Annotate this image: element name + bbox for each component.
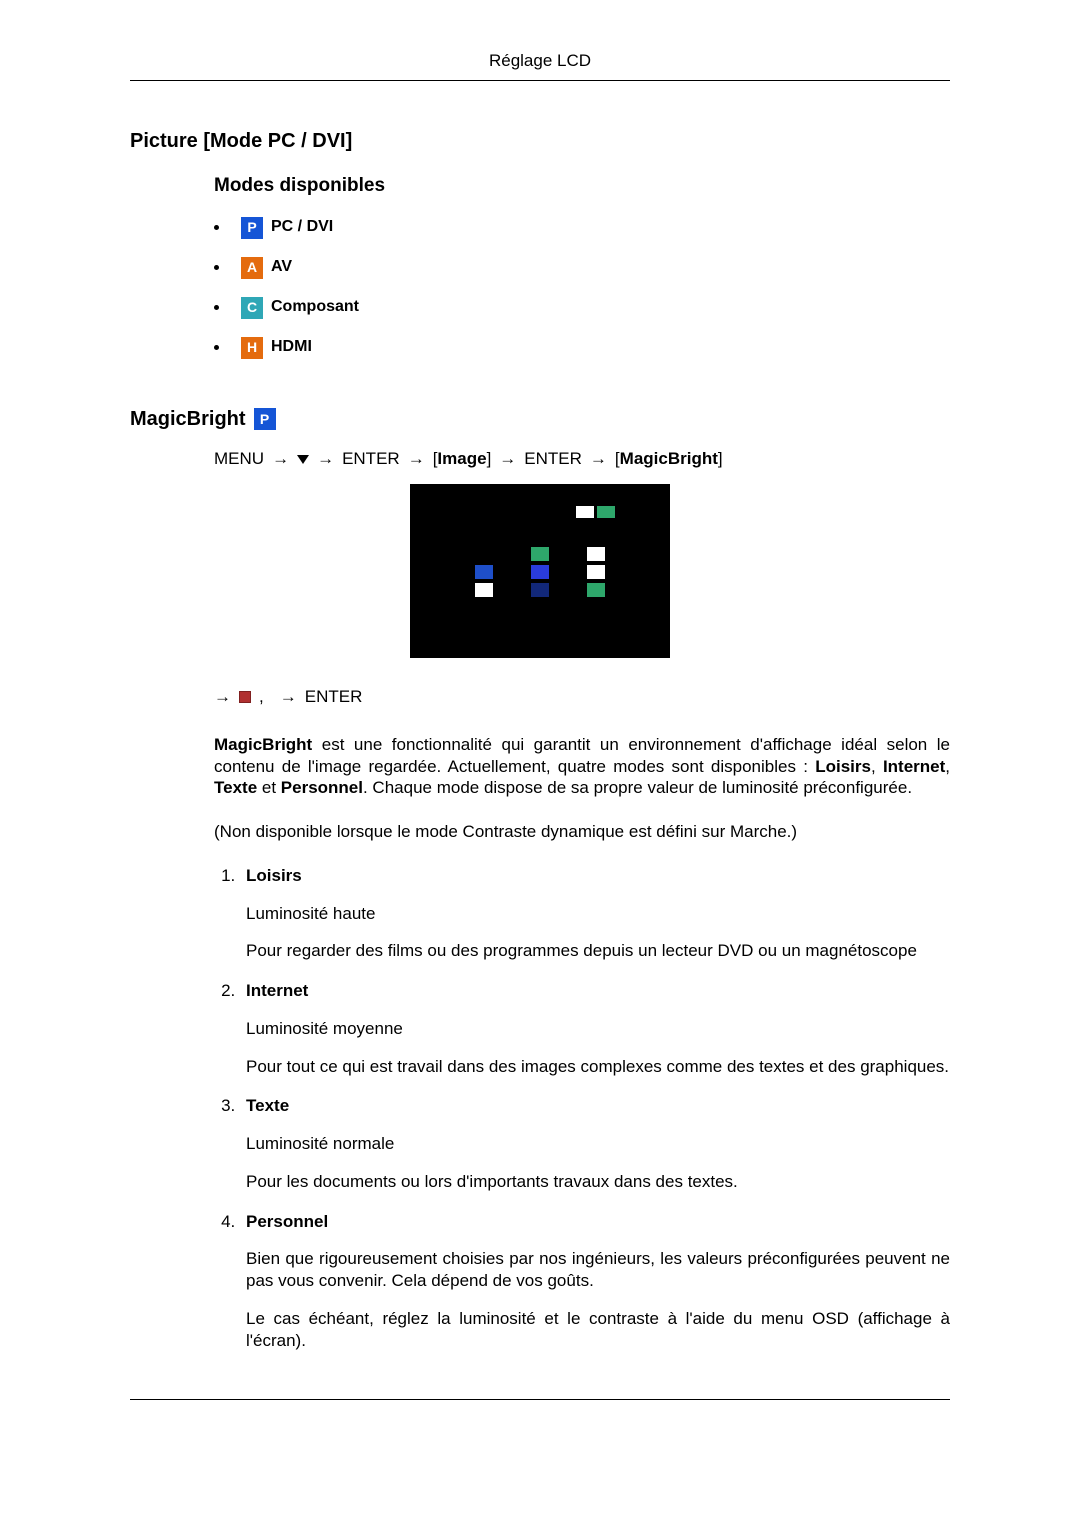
arrow-right-icon: → xyxy=(408,448,425,470)
item-title: Internet xyxy=(246,980,950,1002)
section-title: Picture [Mode PC / DVI] xyxy=(130,129,950,155)
item-title: Loisirs xyxy=(246,865,950,887)
bullet-icon xyxy=(214,225,219,230)
arrow-right-icon: → xyxy=(590,448,607,470)
list-item: Personnel Bien que rigoureusement choisi… xyxy=(240,1211,950,1352)
osd-square xyxy=(576,506,594,518)
item-line: Luminosité moyenne xyxy=(246,1018,950,1040)
magicbright-title: MagicBright xyxy=(130,407,246,433)
menu-breadcrumb-2: → , → ENTER xyxy=(214,686,950,708)
arrow-right-icon: → xyxy=(280,686,297,708)
mode-item-hdmi: HDMI xyxy=(214,337,950,359)
note-pre: (Non disponible lorsque le mode xyxy=(214,822,463,841)
mode-name: Personnel xyxy=(281,778,363,797)
mode-a-icon xyxy=(241,257,263,279)
image-label: Image xyxy=(437,449,486,468)
note-text: (Non disponible lorsque le mode Contrast… xyxy=(214,821,950,843)
page-header-title: Réglage LCD xyxy=(130,50,950,72)
header-rule xyxy=(130,80,950,81)
arrow-right-icon: → xyxy=(272,448,289,470)
list-item: Loisirs Luminosité haute Pour regarder d… xyxy=(240,865,950,962)
magicbright-bread-label: MagicBright xyxy=(620,449,718,468)
menu-label: MENU xyxy=(214,448,264,470)
osd-square xyxy=(587,565,605,579)
item-line: Luminosité haute xyxy=(246,903,950,925)
comma: , xyxy=(259,686,264,708)
osd-square xyxy=(475,583,493,597)
note-bold1: Contraste dynamique xyxy=(463,822,625,841)
bullet-icon xyxy=(214,305,219,310)
item-line: Bien que rigoureusement choisies par nos… xyxy=(246,1248,950,1292)
modes-list: PC / DVI AV Composant HDMI xyxy=(214,217,950,359)
osd-square xyxy=(475,565,493,579)
mode-item-pc-dvi: PC / DVI xyxy=(214,217,950,239)
enter-label: ENTER xyxy=(524,448,582,470)
bracket-group: [Image] xyxy=(433,448,492,470)
mode-p-icon xyxy=(254,408,276,430)
bracket-group: [MagicBright] xyxy=(615,448,723,470)
mode-label: PC / DVI xyxy=(271,217,333,237)
list-item: Texte Luminosité normale Pour les docume… xyxy=(240,1095,950,1192)
bullet-icon xyxy=(214,265,219,270)
mode-name: Texte xyxy=(214,778,257,797)
mode-name: Internet xyxy=(883,757,945,776)
mode-label: HDMI xyxy=(271,337,312,357)
arrow-right-icon: → xyxy=(499,448,516,470)
mode-label: Composant xyxy=(271,297,359,317)
note-mid2: est défini sur xyxy=(624,822,730,841)
item-line: Pour regarder des films ou des programme… xyxy=(246,940,950,962)
para1-tail: . Chaque mode dispose de sa propre valeu… xyxy=(363,778,912,797)
item-line: Pour les documents ou lors d'importants … xyxy=(246,1171,950,1193)
osd-square xyxy=(531,565,549,579)
modes-heading: Modes disponibles xyxy=(214,174,950,198)
arrow-right-icon: → xyxy=(214,686,231,708)
footer-rule xyxy=(130,1399,950,1400)
magicbright-description: MagicBright est une fonctionnalité qui g… xyxy=(214,734,950,799)
mode-label: AV xyxy=(271,257,292,277)
bullet-icon xyxy=(214,345,219,350)
enter-label: ENTER xyxy=(342,448,400,470)
osd-square xyxy=(587,583,605,597)
osd-square xyxy=(587,547,605,561)
mode-name: Loisirs xyxy=(815,757,871,776)
item-line: Luminosité normale xyxy=(246,1133,950,1155)
note-tail: .) xyxy=(787,822,797,841)
item-title: Personnel xyxy=(246,1211,950,1233)
osd-square xyxy=(531,547,549,561)
magicbright-modes-list: Loisirs Luminosité haute Pour regarder d… xyxy=(214,865,950,1352)
mode-item-av: AV xyxy=(214,257,950,279)
item-line: Pour tout ce qui est travail dans des im… xyxy=(246,1056,950,1078)
list-item: Internet Luminosité moyenne Pour tout ce… xyxy=(240,980,950,1077)
note-bold2: Marche xyxy=(730,822,787,841)
osd-preview-image xyxy=(410,484,670,658)
down-arrow-icon xyxy=(297,455,309,464)
osd-menu-icon xyxy=(239,691,251,703)
item-title: Texte xyxy=(246,1095,950,1117)
enter-label: ENTER xyxy=(305,686,363,708)
magicbright-heading: MagicBright xyxy=(130,407,284,433)
page: Réglage LCD Picture [Mode PC / DVI] Mode… xyxy=(0,0,1080,1527)
menu-breadcrumb-1: MENU → → ENTER → [Image] → ENTER → [Magi… xyxy=(214,448,950,470)
osd-square xyxy=(597,506,615,518)
osd-square xyxy=(531,583,549,597)
item-line: Le cas échéant, réglez la luminosité et … xyxy=(246,1308,950,1352)
mode-p-icon xyxy=(241,217,263,239)
arrow-right-icon: → xyxy=(317,448,334,470)
mode-h-icon xyxy=(241,337,263,359)
mode-c-icon xyxy=(241,297,263,319)
magicbright-bold: MagicBright xyxy=(214,735,312,754)
mode-item-composant: Composant xyxy=(214,297,950,319)
